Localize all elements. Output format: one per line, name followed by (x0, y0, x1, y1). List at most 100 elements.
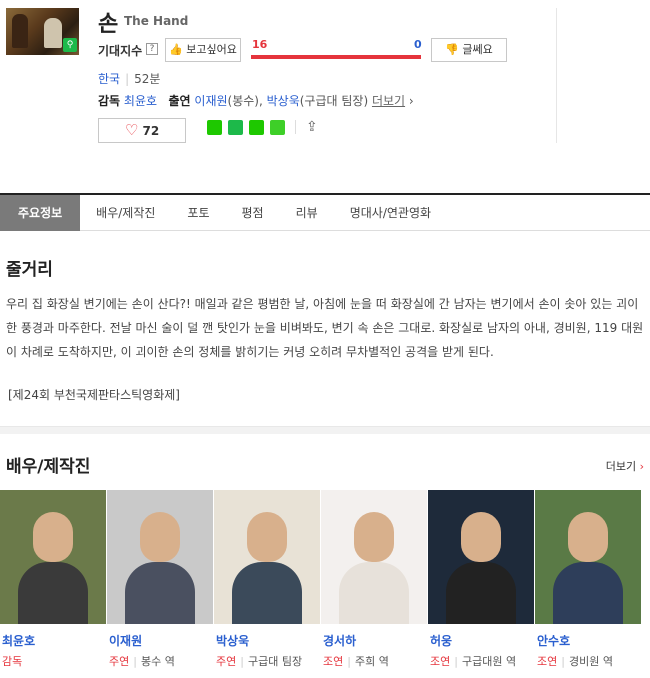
cast-character: 봉수 역 (140, 655, 175, 668)
cast-more-label: 더보기 (605, 460, 637, 473)
cast-card[interactable]: 안수호 조연 | 경비원 역 (535, 490, 642, 669)
cast-photo-face (354, 512, 394, 562)
divider: | (454, 655, 458, 668)
tab-rating[interactable]: 평점 (226, 195, 280, 231)
cast-photo[interactable] (214, 490, 320, 624)
movie-meta: 한국 | 52분 (98, 70, 160, 87)
band-share-icon[interactable] (228, 119, 243, 135)
chevron-right-icon: › (405, 94, 414, 108)
share-icon[interactable]: ⇪ (306, 119, 318, 135)
divider (295, 120, 296, 134)
not-sure-button[interactable]: 👎 글쎄요 (431, 38, 507, 62)
more-cast-link[interactable]: 더보기 (372, 94, 405, 108)
director-link[interactable]: 최윤호 (124, 94, 157, 108)
expectation-ratio-bar (251, 55, 421, 59)
synopsis-title: 줄거리 (6, 260, 53, 280)
not-sure-label: 글쎄요 (462, 43, 493, 56)
cast-photo[interactable] (0, 490, 106, 624)
section-divider (0, 426, 650, 434)
cast-role: 조연 (537, 655, 558, 668)
cast-character: 구급대원 역 (461, 655, 517, 668)
cast-role-line: 주연 | 봉수 역 (109, 653, 214, 669)
cast-name[interactable]: 안수호 (537, 632, 642, 649)
share-bar: ⇪ (207, 119, 318, 135)
cast-name[interactable]: 이재원 (109, 632, 214, 649)
cast-role: 조연 (323, 655, 344, 668)
line-share-icon[interactable] (207, 119, 222, 135)
credits-line: 감독 최윤호 출연 이재원(봉수), 박상욱(구급대 팀장) 더보기 › (98, 92, 414, 109)
heart-icon: ♡ (124, 121, 139, 139)
bookmark-share-icon[interactable] (249, 119, 264, 135)
movie-header: ⚲ 손 The Hand 기대지수 ? 👍 보고싶어요 16 0 👎 글쎄요 한… (0, 0, 650, 195)
award-note: [제24회 부천국제판타스틱영화제] (8, 388, 180, 402)
expectation-label: 기대지수 (98, 44, 143, 58)
cast-list: 최윤호 감독 이재원 주연 | 봉수 역 박상욱 주연 | 구급대 팀장 경서하 조연 |… (0, 490, 650, 669)
poster-figure (44, 18, 62, 48)
cast-photo[interactable] (107, 490, 213, 624)
cast-link-1[interactable]: 이재원 (194, 94, 227, 108)
cast-role: 조연 (430, 655, 451, 668)
want-to-see-button[interactable]: 👍 보고싶어요 (165, 38, 241, 62)
cast-character: 경비원 역 (568, 655, 613, 668)
cast-character: 주희 역 (354, 655, 389, 668)
runtime: 52분 (134, 72, 161, 86)
synopsis-section: 줄거리 우리 집 화장실 변기에는 손이 산다?! 매일과 같은 평범한 날, … (0, 231, 650, 403)
zoom-icon[interactable]: ⚲ (63, 38, 77, 52)
cast-section-title: 배우/제작진 (6, 457, 91, 477)
cast-role: 주연 (109, 655, 130, 668)
cast-photo-face (461, 512, 501, 562)
tab-cast-crew[interactable]: 배우/제작진 (80, 195, 171, 231)
like-button[interactable]: ♡ 72 (98, 118, 186, 143)
divider (556, 8, 557, 143)
cast-photo-face (568, 512, 608, 562)
cast-role-line: 조연 | 구급대원 역 (430, 653, 535, 669)
keep-share-icon[interactable] (270, 119, 285, 135)
country-link[interactable]: 한국 (98, 72, 120, 86)
want-count: 16 (252, 38, 268, 51)
cast-name[interactable]: 허웅 (430, 632, 535, 649)
cast-card[interactable]: 최윤호 감독 (0, 490, 107, 669)
cast-role-2: (구급대 팀장) (299, 94, 372, 108)
movie-poster[interactable]: ⚲ (6, 8, 79, 55)
cast-photo-body (232, 562, 302, 624)
thumbs-up-icon: 👍 (169, 43, 183, 56)
meh-count: 0 (414, 38, 422, 51)
cast-role: 감독 (2, 655, 23, 668)
cast-card[interactable]: 허웅 조연 | 구급대원 역 (428, 490, 535, 669)
like-count: 72 (142, 124, 160, 138)
cast-role-line: 감독 (2, 653, 107, 669)
tab-photo[interactable]: 포토 (171, 195, 225, 231)
divider: | (125, 72, 130, 86)
divider: | (347, 655, 351, 668)
divider: | (240, 655, 244, 668)
cast-more-link[interactable]: 더보기 › (606, 458, 644, 474)
cast-label: 출연 (168, 94, 191, 108)
cast-name[interactable]: 경서하 (323, 632, 428, 649)
help-icon[interactable]: ? (146, 43, 158, 55)
divider: | (561, 655, 565, 668)
cast-photo[interactable] (428, 490, 534, 624)
cast-photo-body (446, 562, 516, 624)
cast-photo-face (247, 512, 287, 562)
cast-photo[interactable] (321, 490, 427, 624)
cast-photo[interactable] (535, 490, 641, 624)
chevron-right-icon: › (639, 460, 644, 473)
cast-photo-body (553, 562, 623, 624)
director-label: 감독 (98, 94, 121, 108)
cast-card[interactable]: 이재원 주연 | 봉수 역 (107, 490, 214, 669)
want-to-see-label: 보고싶어요 (186, 43, 237, 56)
cast-photo-body (339, 562, 409, 624)
cast-card[interactable]: 경서하 조연 | 주희 역 (321, 490, 428, 669)
cast-name[interactable]: 최윤호 (2, 632, 107, 649)
tab-main-info[interactable]: 주요정보 (0, 195, 81, 231)
cast-name[interactable]: 박상욱 (216, 632, 321, 649)
thumbs-down-icon: 👎 (445, 43, 459, 56)
cast-photo-face (33, 512, 73, 562)
tab-review[interactable]: 리뷰 (280, 195, 334, 231)
cast-link-2[interactable]: 박상욱 (267, 94, 300, 108)
cast-role-line: 조연 | 주희 역 (323, 653, 428, 669)
tab-quotes-related[interactable]: 명대사/연관영화 (334, 195, 447, 231)
cast-role: 주연 (216, 655, 237, 668)
cast-role-line: 주연 | 구급대 팀장 (216, 653, 321, 669)
cast-card[interactable]: 박상욱 주연 | 구급대 팀장 (214, 490, 321, 669)
